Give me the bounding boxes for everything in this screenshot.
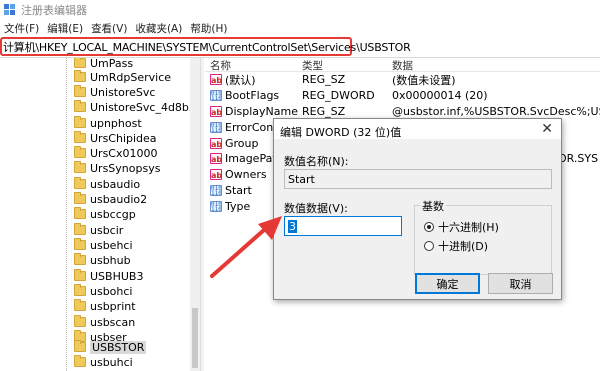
menu-edit[interactable]: 编辑(E) bbox=[43, 21, 87, 36]
value-name-field: Start bbox=[284, 169, 552, 189]
menu-bar: 文件(F) 编辑(E) 查看(V) 收藏夹(A) 帮助(H) bbox=[0, 20, 600, 36]
binary-value-icon: 010 110 bbox=[210, 185, 222, 196]
tree-item[interactable]: UnistoreSvc bbox=[74, 84, 155, 100]
pane-splitter[interactable] bbox=[200, 58, 204, 371]
base-label: 基数 bbox=[420, 198, 446, 214]
string-value-icon: ab bbox=[210, 106, 223, 117]
folder-icon bbox=[74, 269, 86, 281]
list-row[interactable]: 010 110 BootFlags REG_DWORD 0x00000014 (20… bbox=[205, 88, 600, 103]
folder-icon bbox=[74, 340, 86, 352]
radio-decimal[interactable]: 十进制(D) bbox=[424, 238, 488, 254]
folder-icon bbox=[74, 315, 86, 327]
tree-item[interactable]: upnphost bbox=[74, 115, 142, 131]
folder-icon bbox=[74, 85, 86, 97]
binary-value-icon: 010 110 bbox=[210, 122, 222, 133]
tree-guide-line bbox=[66, 58, 67, 371]
folder-icon bbox=[74, 192, 86, 204]
address-path: 计算机\HKEY_LOCAL_MACHINE\SYSTEM\CurrentCon… bbox=[3, 40, 411, 54]
close-icon[interactable]: ✕ bbox=[541, 121, 553, 137]
string-value-icon: ab bbox=[210, 169, 223, 180]
dialog-body: 数值名称(N): Start 数值数据(V): 3 基数 十六进制(H) 十进制… bbox=[274, 139, 561, 299]
tree-item[interactable]: usbaudio2 bbox=[74, 191, 147, 207]
value-data-label: 数值数据(V): bbox=[284, 202, 348, 215]
binary-value-icon: 010 110 bbox=[210, 201, 222, 212]
folder-icon bbox=[74, 161, 86, 173]
ok-button[interactable]: 确定 bbox=[415, 273, 480, 294]
tree-item[interactable]: usbuhci bbox=[74, 354, 133, 370]
column-type[interactable]: 类型 bbox=[302, 58, 323, 73]
string-value-icon: ab bbox=[210, 74, 223, 85]
list-header: 名称 类型 数据 bbox=[205, 58, 600, 72]
folder-icon bbox=[74, 207, 86, 219]
tree-item-selected[interactable]: USBSTOR bbox=[74, 339, 147, 355]
folder-icon bbox=[74, 223, 86, 235]
window-title: 注册表编辑器 bbox=[21, 4, 87, 17]
tree-item[interactable]: UnistoreSvc_4d8b5334 bbox=[74, 99, 198, 115]
tree-item[interactable]: UmRdpService bbox=[74, 69, 171, 85]
regedit-icon bbox=[4, 4, 16, 16]
tree-item[interactable]: usbprint bbox=[74, 298, 136, 314]
title-bar: 注册表编辑器 bbox=[0, 0, 600, 20]
tree-scrollbar[interactable] bbox=[190, 58, 200, 371]
menu-help[interactable]: 帮助(H) bbox=[186, 21, 231, 36]
folder-icon bbox=[74, 238, 86, 250]
annotation-arrow-icon bbox=[210, 216, 282, 278]
value-name-label: 数值名称(N): bbox=[284, 155, 349, 168]
binary-value-icon: 010 110 bbox=[210, 90, 222, 101]
tree-item[interactable]: UrsCx01000 bbox=[74, 145, 158, 161]
tree-item[interactable]: UrsSynopsys bbox=[74, 160, 160, 176]
tree-item[interactable]: usbohci bbox=[74, 283, 133, 299]
tree-item[interactable]: usbscan bbox=[74, 314, 135, 330]
tree-item[interactable]: usbaudio bbox=[74, 176, 140, 192]
tree-item[interactable]: usbehci bbox=[74, 237, 133, 253]
menu-file[interactable]: 文件(F) bbox=[0, 21, 43, 36]
tree-item[interactable]: usbhub bbox=[74, 252, 131, 268]
folder-icon bbox=[74, 131, 86, 143]
folder-icon bbox=[74, 116, 86, 128]
tree-item[interactable]: usbcir bbox=[74, 222, 123, 238]
registry-tree: UmPass UmRdpService UnistoreSvc Unistore… bbox=[0, 58, 198, 371]
list-row[interactable]: ab DisplayName REG_SZ @usbstor.inf,%USBST… bbox=[205, 104, 600, 119]
radio-selected-icon bbox=[424, 222, 434, 232]
cancel-button[interactable]: 取消 bbox=[488, 273, 553, 294]
value-data-text: 3 bbox=[288, 219, 297, 233]
folder-icon bbox=[74, 100, 86, 112]
folder-icon bbox=[74, 355, 86, 367]
string-value-icon: ab bbox=[210, 153, 223, 164]
list-row[interactable]: ab (默认) REG_SZ (数值未设置) bbox=[205, 72, 600, 87]
folder-icon bbox=[74, 70, 86, 82]
menu-favorites[interactable]: 收藏夹(A) bbox=[131, 21, 186, 36]
folder-icon bbox=[74, 299, 86, 311]
folder-icon bbox=[74, 253, 86, 265]
tree-item[interactable]: USBHUB3 bbox=[74, 268, 143, 284]
address-bar[interactable]: 计算机\HKEY_LOCAL_MACHINE\SYSTEM\CurrentCon… bbox=[0, 37, 411, 56]
tree-item[interactable]: UrsChipidea bbox=[74, 130, 157, 146]
dialog-title: 编辑 DWORD (32 位)值 bbox=[280, 126, 402, 139]
folder-icon bbox=[74, 146, 86, 158]
folder-icon bbox=[74, 284, 86, 296]
menu-view[interactable]: 查看(V) bbox=[87, 21, 131, 36]
scrollbar-thumb[interactable] bbox=[192, 308, 198, 368]
folder-icon bbox=[74, 177, 86, 189]
radio-hex[interactable]: 十六进制(H) bbox=[424, 219, 499, 235]
folder-icon bbox=[74, 58, 86, 68]
radio-unselected-icon bbox=[424, 241, 434, 251]
edit-dword-dialog: 编辑 DWORD (32 位)值 ✕ 数值名称(N): Start 数值数据(V… bbox=[273, 118, 562, 300]
string-value-icon: ab bbox=[210, 138, 223, 149]
tree-item[interactable]: usbccgp bbox=[74, 206, 136, 222]
value-data-input[interactable]: 3 bbox=[284, 216, 402, 236]
